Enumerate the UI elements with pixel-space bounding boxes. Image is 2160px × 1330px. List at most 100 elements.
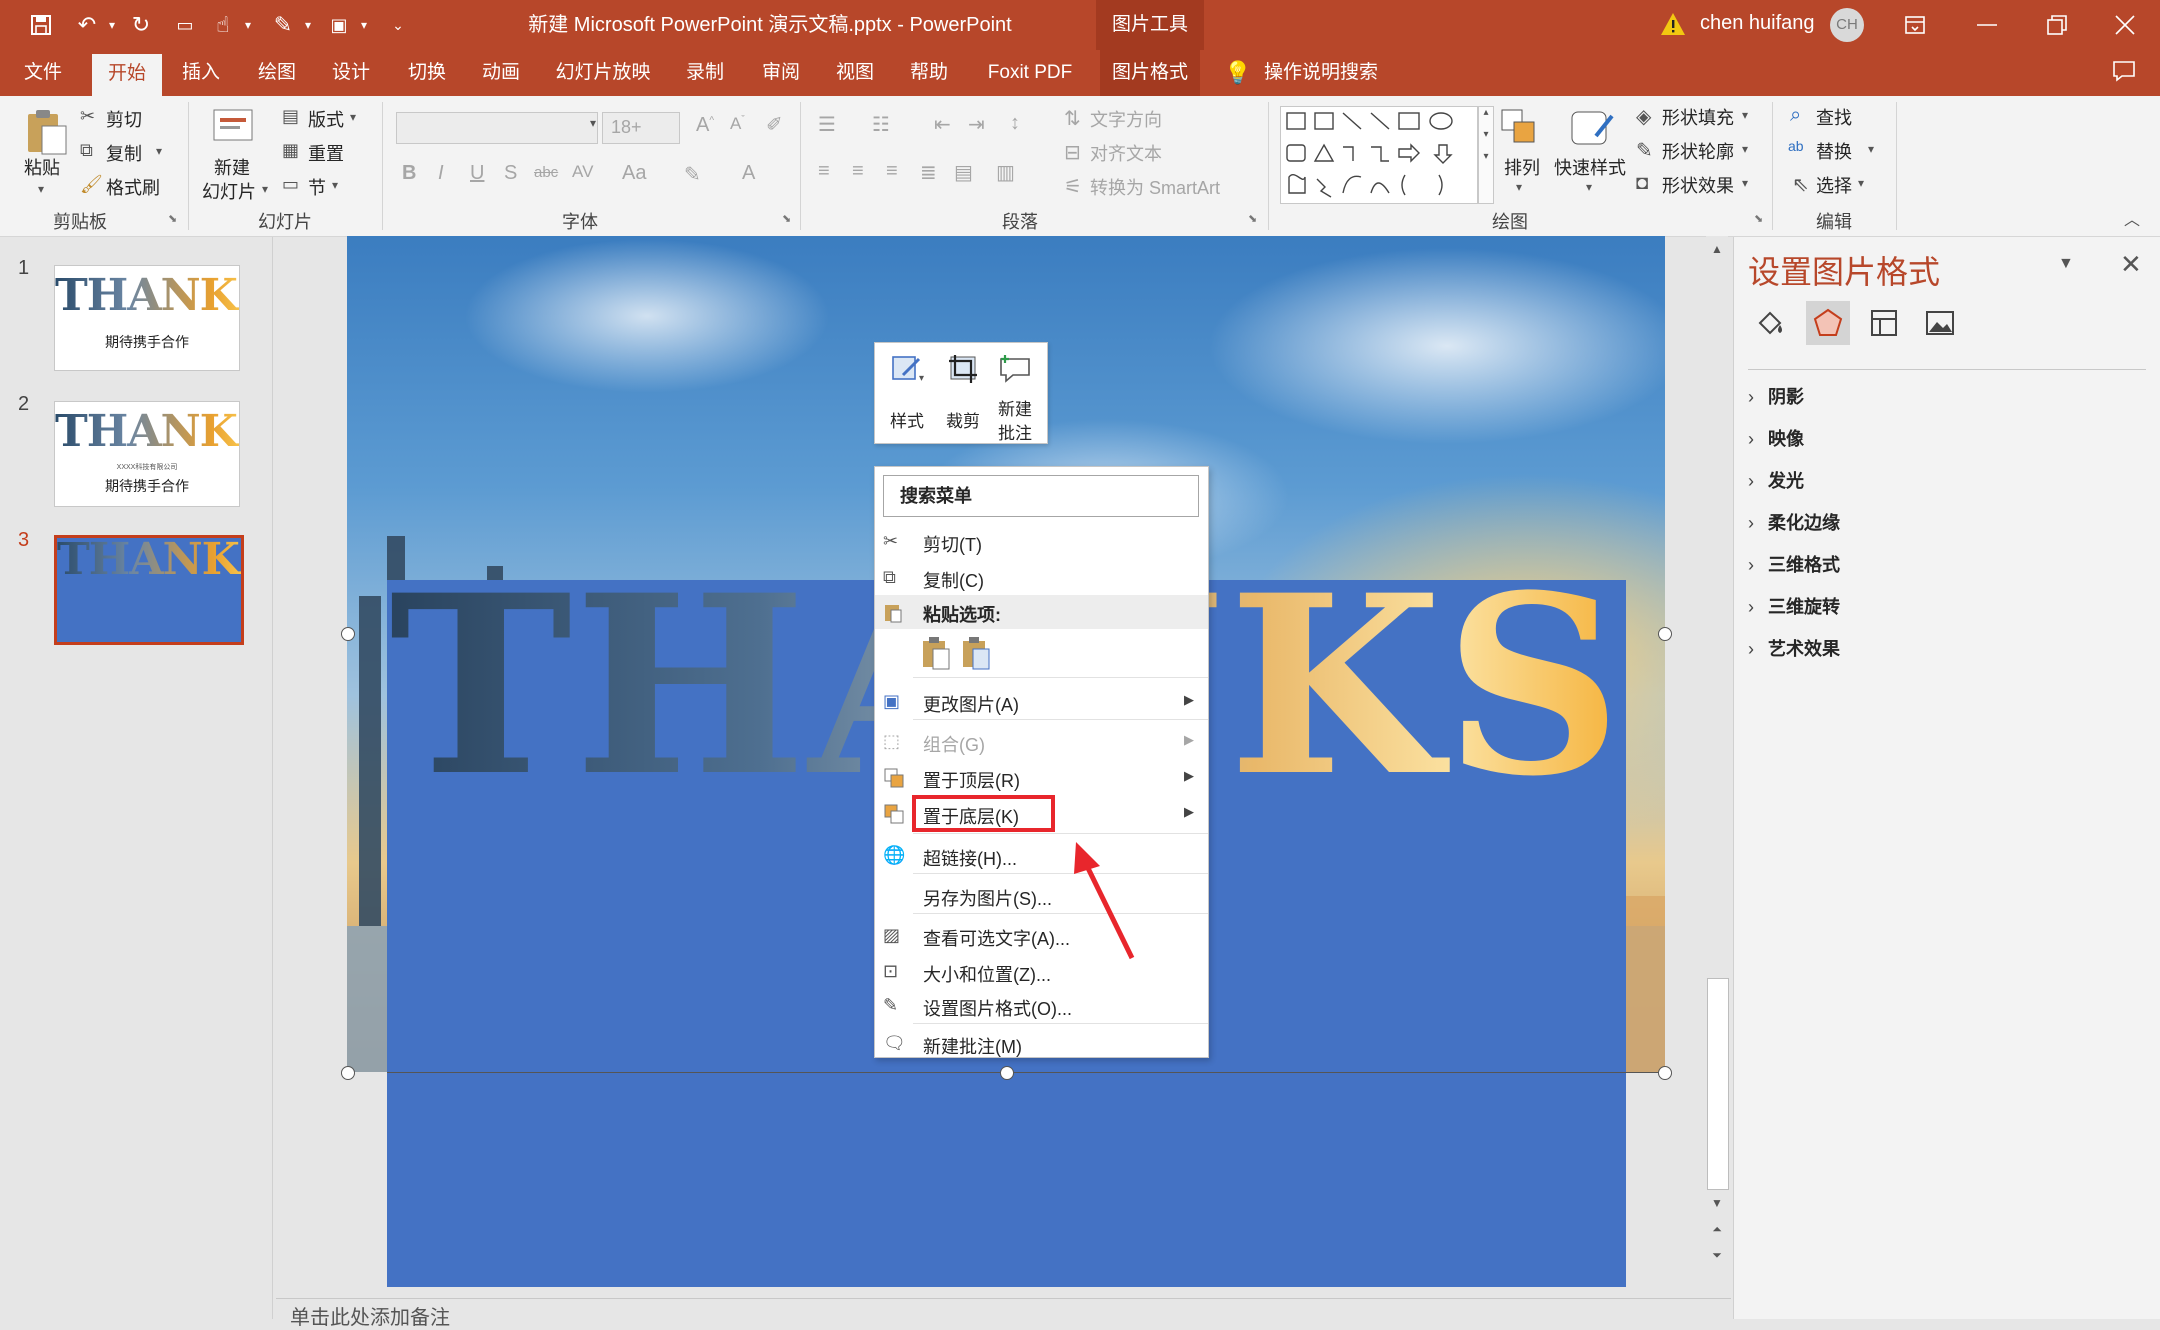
underline-icon[interactable]: U (470, 162, 484, 185)
numbering-icon[interactable]: ☷ (872, 112, 890, 137)
font-color-icon[interactable]: A (742, 162, 755, 185)
columns-icon[interactable]: ▥ (996, 160, 1015, 185)
section-3d-rotation[interactable]: › 三维旋转 (1748, 593, 1840, 619)
menu-search-input[interactable]: 搜索菜单 (883, 475, 1199, 517)
font-name-dropdown-icon[interactable]: ▾ (590, 116, 596, 130)
paste-icon[interactable] (24, 106, 68, 156)
quick-styles-icon[interactable] (1566, 106, 1616, 152)
align-text-icon[interactable]: ⊟ (1064, 140, 1081, 165)
grow-font-icon[interactable]: A^ (696, 114, 714, 137)
pane-options-dropdown-icon[interactable]: ▼ (2058, 255, 2074, 273)
section-button[interactable]: 节 (308, 174, 326, 200)
italic-icon[interactable]: I (438, 162, 444, 185)
text-direction-button[interactable]: 文字方向 (1090, 106, 1162, 132)
tab-foxit-pdf[interactable]: Foxit PDF (980, 50, 1080, 96)
resize-handle-left[interactable] (341, 627, 355, 641)
tab-draw[interactable]: 绘图 (246, 50, 308, 96)
tab-animations[interactable]: 动画 (470, 50, 532, 96)
slide-thumbnail-1[interactable]: THANKS 期待携手合作 (54, 265, 240, 371)
picture-icon[interactable]: ▣ (324, 10, 354, 40)
quick-styles-button[interactable]: 快速样式 (1554, 154, 1626, 180)
customize-qat-icon[interactable]: ⌄ (388, 10, 408, 40)
copy-dropdown-icon[interactable]: ▾ (156, 144, 162, 158)
arrange-icon[interactable] (1498, 106, 1542, 150)
new-slide-dropdown-icon[interactable]: ▾ (262, 182, 268, 196)
slide-thumbnail-2[interactable]: THANKS XXXX科技有限公司 期待携手合作 (54, 401, 240, 507)
menu-item-bring-to-front[interactable]: 置于顶层(R) ▶ (875, 761, 1208, 795)
touch-dropdown-icon[interactable]: ▾ (240, 10, 256, 40)
resize-handle-bottom-right[interactable] (1658, 1066, 1672, 1080)
menu-item-group[interactable]: ⬚ 组合(G) ▶ (875, 725, 1208, 759)
convert-smartart-button[interactable]: 转换为 SmartArt (1090, 174, 1220, 200)
tab-insert[interactable]: 插入 (170, 50, 232, 96)
arrange-button[interactable]: 排列 (1504, 154, 1540, 180)
replace-icon[interactable]: ab (1788, 138, 1804, 154)
new-slide-icon[interactable] (208, 106, 256, 150)
undo-dropdown-icon[interactable]: ▾ (104, 10, 120, 40)
tab-record[interactable]: 录制 (674, 50, 736, 96)
tab-slideshow[interactable]: 幻灯片放映 (548, 50, 658, 96)
slide-thumbnail-3[interactable]: THANKS (54, 535, 244, 645)
align-left-icon[interactable]: ≡ (818, 160, 830, 183)
shape-fill-button[interactable]: 形状填充 (1662, 104, 1734, 130)
shapes-gallery[interactable] (1280, 106, 1478, 204)
menu-item-format-picture[interactable]: ✎ 设置图片格式(O)... (875, 989, 1208, 1023)
shape-outline-dropdown-icon[interactable]: ▾ (1742, 142, 1748, 156)
drawing-launcher-icon[interactable]: ⬊ (1754, 212, 1763, 225)
shapes-gallery-scroll[interactable]: ▴ ▾ ▾ (1478, 106, 1494, 204)
section-3d-format[interactable]: › 三维格式 (1748, 551, 1840, 577)
menu-item-new-comment[interactable]: 🗨 新建批注(M) (875, 1027, 1208, 1061)
effects-tab-icon[interactable] (1806, 301, 1850, 345)
layout-button[interactable]: 版式 (308, 106, 344, 132)
ribbon-display-options-icon[interactable] (1880, 0, 1950, 50)
replace-button[interactable]: 替换 (1816, 138, 1852, 164)
tab-file[interactable]: 文件 (12, 50, 74, 96)
section-reflection[interactable]: › 映像 (1748, 425, 1804, 451)
close-icon[interactable] (2090, 0, 2160, 50)
next-slide-icon[interactable]: ⏷ (1706, 1244, 1728, 1266)
justify-icon[interactable]: ≣ (920, 160, 937, 185)
select-dropdown-icon[interactable]: ▾ (1858, 176, 1864, 190)
section-soft-edges[interactable]: › 柔化边缘 (1748, 509, 1840, 535)
shape-effects-button[interactable]: 形状效果 (1662, 172, 1734, 198)
shape-outline-icon[interactable]: ✎ (1636, 138, 1653, 163)
tab-view[interactable]: 视图 (824, 50, 886, 96)
shape-fill-dropdown-icon[interactable]: ▾ (1742, 108, 1748, 122)
tab-design[interactable]: 设计 (320, 50, 382, 96)
paste-dropdown-icon[interactable]: ▾ (38, 182, 44, 196)
clipboard-launcher-icon[interactable]: ⬊ (168, 212, 177, 225)
tab-help[interactable]: 帮助 (898, 50, 960, 96)
resize-handle-bottom-left[interactable] (341, 1066, 355, 1080)
undo-icon[interactable]: ↶ (72, 10, 102, 40)
copy-icon[interactable]: ⧉ (80, 140, 100, 160)
pen-dropdown-icon[interactable]: ▾ (300, 10, 316, 40)
section-glow[interactable]: › 发光 (1748, 467, 1804, 493)
font-launcher-icon[interactable]: ⬊ (782, 212, 791, 225)
picture-dropdown-icon[interactable]: ▾ (356, 10, 372, 40)
bullets-icon[interactable]: ☰ (818, 112, 836, 137)
tell-me-search[interactable]: 操作说明搜索 (1264, 50, 1378, 96)
resize-handle-bottom[interactable] (1000, 1066, 1014, 1080)
size-properties-tab-icon[interactable] (1862, 301, 1906, 345)
notes-pane[interactable]: 单击此处添加备注 (276, 1298, 1731, 1329)
replace-dropdown-icon[interactable]: ▾ (1868, 142, 1874, 156)
new-slide-label-1[interactable]: 新建 (214, 154, 250, 180)
decrease-indent-icon[interactable]: ⇤ (934, 112, 951, 137)
redo-icon[interactable]: ↻ (126, 10, 156, 40)
shrink-font-icon[interactable]: Aˇ (730, 114, 745, 134)
layout-dropdown-icon[interactable]: ▾ (350, 110, 356, 124)
previous-slide-icon[interactable]: ⏶ (1706, 1218, 1728, 1240)
avatar[interactable]: CH (1830, 8, 1864, 42)
bold-icon[interactable]: B (402, 162, 416, 185)
shape-effects-dropdown-icon[interactable]: ▾ (1742, 176, 1748, 190)
new-slide-label-2[interactable]: 幻灯片 (202, 178, 256, 204)
slideshow-icon[interactable]: ▭ (170, 10, 200, 40)
paste-label[interactable]: 粘贴 (24, 154, 60, 180)
section-icon[interactable]: ▭ (282, 174, 304, 194)
find-button[interactable]: 查找 (1816, 104, 1852, 130)
strikethrough-icon[interactable]: abc (534, 164, 558, 181)
character-spacing-icon[interactable]: AV (572, 162, 593, 182)
resize-handle-right[interactable] (1658, 627, 1672, 641)
shape-effects-icon[interactable]: ◘ (1636, 172, 1648, 195)
arrange-dropdown-icon[interactable]: ▾ (1516, 180, 1522, 194)
